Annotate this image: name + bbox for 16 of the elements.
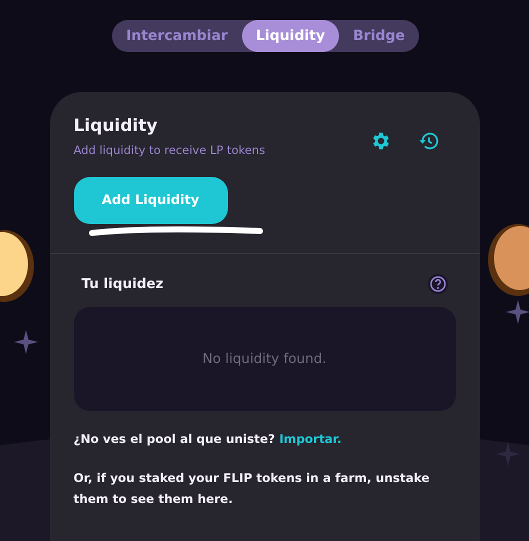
- sparkle-icon: [496, 442, 520, 466]
- history-icon[interactable]: [418, 130, 440, 152]
- farm-note: Or, if you staked your FLIP tokens in a farm, unstake them to see them here.: [74, 470, 431, 508]
- tab[interactable]: Intercambiar: [112, 20, 242, 52]
- section-title: Tu liquidez: [82, 276, 164, 292]
- empty-message: No liquidity found.: [202, 351, 326, 367]
- import-link[interactable]: Importar.: [279, 432, 342, 446]
- card-subtitle: Add liquidity to receive LP tokens: [74, 143, 266, 157]
- import-prompt: ¿No ves el pool al que uniste? Importar.: [74, 431, 343, 448]
- sparkle-icon: [14, 330, 38, 354]
- sparkle-icon: [506, 300, 529, 324]
- add-liquidity-button[interactable]: Add Liquidity: [74, 177, 228, 224]
- tab[interactable]: Liquidity: [242, 20, 339, 52]
- help-icon[interactable]: [428, 274, 448, 294]
- tab[interactable]: Bridge: [339, 20, 419, 52]
- card-title: Liquidity: [74, 116, 158, 136]
